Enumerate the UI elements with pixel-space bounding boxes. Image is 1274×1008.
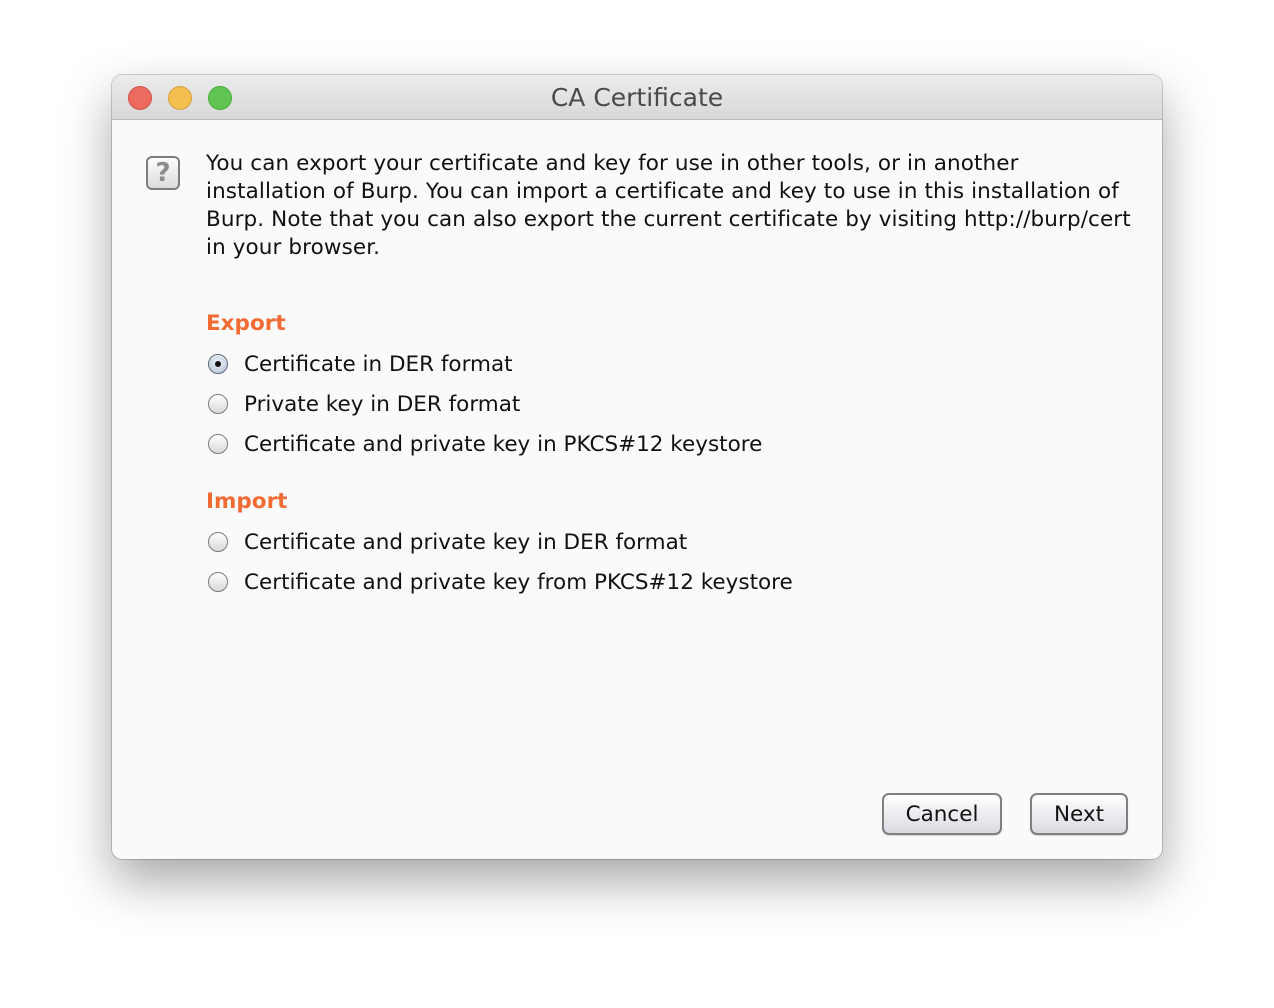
- next-button[interactable]: Next: [1030, 793, 1128, 835]
- radio-label: Private key in DER format: [244, 391, 521, 417]
- export-option-pkcs12[interactable]: Certificate and private key in PKCS#12 k…: [208, 429, 762, 459]
- radio-label: Certificate and private key in PKCS#12 k…: [244, 431, 763, 457]
- export-option-certificate-der[interactable]: Certificate in DER format: [208, 349, 513, 379]
- description-text: You can export your certificate and key …: [206, 151, 1131, 260]
- radio-button[interactable]: [208, 532, 228, 552]
- title-bar: CA Certificate: [112, 75, 1162, 120]
- radio-button[interactable]: [208, 572, 228, 592]
- export-option-private-key-der[interactable]: Private key in DER format: [208, 389, 520, 419]
- import-option-pkcs12[interactable]: Certificate and private key from PKCS#12…: [208, 567, 793, 597]
- export-section-title: Export: [206, 311, 286, 336]
- import-section-title: Import: [206, 489, 288, 514]
- radio-label: Certificate in DER format: [244, 351, 513, 377]
- radio-button[interactable]: [208, 354, 228, 374]
- ca-certificate-dialog: CA Certificate ? You can export your cer…: [112, 75, 1162, 859]
- help-icon: ?: [146, 156, 180, 190]
- window-title: CA Certificate: [550, 83, 724, 112]
- radio-button[interactable]: [208, 434, 228, 454]
- radio-label: Certificate and private key from PKCS#12…: [244, 569, 793, 595]
- radio-label: Certificate and private key in DER forma…: [244, 529, 688, 555]
- cancel-button[interactable]: Cancel: [882, 793, 1002, 835]
- import-option-der[interactable]: Certificate and private key in DER forma…: [208, 527, 687, 557]
- radio-button[interactable]: [208, 394, 228, 414]
